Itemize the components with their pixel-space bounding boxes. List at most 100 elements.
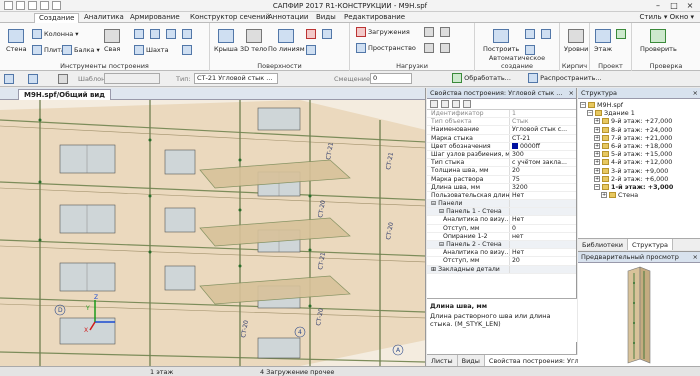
property-value[interactable]: 0000ff <box>509 142 576 150</box>
property-row[interactable]: Толщина шва, мм 20 <box>427 167 576 176</box>
load-d-button[interactable] <box>440 43 450 53</box>
property-value[interactable]: СТ-21 <box>509 134 576 142</box>
tree-node[interactable]: − М9Н.spf <box>580 101 698 109</box>
process-button[interactable]: Обработать... <box>452 73 511 84</box>
template-select[interactable] <box>104 73 160 84</box>
tab-editing[interactable]: Редактирование <box>340 13 409 23</box>
roof-button[interactable]: Крыша <box>214 29 238 53</box>
expand-icon[interactable]: + <box>594 134 600 141</box>
property-value[interactable] <box>509 200 576 208</box>
load-c-button[interactable] <box>424 43 434 53</box>
tree-node[interactable]: + Стена <box>580 191 698 199</box>
tool-a-button[interactable] <box>134 29 144 39</box>
loads-button[interactable]: Загружения <box>356 27 410 37</box>
property-value[interactable]: 1 <box>509 110 576 118</box>
tab-libraries[interactable]: Библиотеки <box>578 239 628 250</box>
template-icon[interactable] <box>58 74 68 84</box>
slab-button[interactable]: Плита <box>32 45 65 55</box>
property-value[interactable] <box>509 208 576 216</box>
status-floor[interactable]: 1 этаж <box>150 368 173 376</box>
property-row[interactable]: Наименование Угловой стык с... <box>427 126 576 135</box>
property-row[interactable]: Отступ, мм 20 <box>427 257 576 266</box>
tool-c-button[interactable] <box>166 29 176 39</box>
property-value[interactable]: 300 <box>509 150 576 159</box>
property-row[interactable]: Пользовательская длин... Нет <box>427 191 576 201</box>
property-row[interactable]: Цвет обозначения 0000ff <box>427 142 576 151</box>
tree-node[interactable]: +9-й этаж: +27,000 <box>580 117 698 125</box>
status-load[interactable]: 4 Загружение прочее <box>260 368 334 376</box>
property-row[interactable]: Аналитика по визу... Нет <box>427 249 576 258</box>
building-model[interactable]: СТ-21 СТ-20 СТ-21 СТ-20 СТ-21 СТ-20 СТ-2… <box>0 100 426 366</box>
property-value[interactable]: 0 <box>509 224 576 232</box>
expand-icon[interactable]: + <box>594 143 600 150</box>
property-row[interactable]: ⊟ Панель 2 - Стена <box>427 241 576 250</box>
sort-icon[interactable] <box>430 100 438 108</box>
tree-node[interactable]: +8-й этаж: +24,000 <box>580 126 698 134</box>
project-a-button[interactable] <box>616 29 626 39</box>
tool-b-button[interactable] <box>150 29 160 39</box>
surface-a-button[interactable] <box>306 29 316 39</box>
auto-b-button[interactable] <box>541 29 551 39</box>
property-value[interactable]: нет <box>509 232 576 240</box>
tab-general-view[interactable]: М9Н.spf/Общий вид <box>18 89 111 100</box>
collapse-icon[interactable]: − <box>580 102 586 109</box>
property-value[interactable]: Стык <box>509 118 576 126</box>
close-icon[interactable]: × <box>693 252 698 262</box>
tool-e-button[interactable] <box>182 45 192 55</box>
collapse-icon[interactable]: − <box>594 183 600 190</box>
tree-node[interactable]: − 1-й этаж: +3,000 <box>580 183 698 191</box>
property-row[interactable]: Идентификатор 1 <box>427 110 576 119</box>
tree-node[interactable]: − Здание 1 <box>580 109 698 117</box>
expand-icon[interactable]: + <box>594 126 600 133</box>
tab-structure[interactable]: Структура <box>627 239 673 250</box>
by-lines-button[interactable]: По линиям <box>268 29 305 53</box>
property-row[interactable]: Шаг узлов разбиения, мм 300 <box>427 150 576 160</box>
close-icon[interactable]: × <box>569 88 574 98</box>
apply-icon[interactable] <box>463 100 471 108</box>
verify-button[interactable]: Проверить <box>640 29 677 53</box>
property-value[interactable]: 20 <box>509 167 576 175</box>
distribute-button[interactable]: Распространить... <box>528 73 602 84</box>
surface-b-button[interactable] <box>322 29 332 39</box>
expand-icon[interactable]: + <box>601 192 607 199</box>
shaft-button[interactable]: Шахта <box>134 45 169 55</box>
pile-button[interactable]: Свая <box>104 29 120 53</box>
property-value[interactable]: Угловой стык с... <box>509 126 576 134</box>
property-value[interactable]: Нет <box>509 249 576 257</box>
expand-icon[interactable]: + <box>594 118 600 125</box>
auto-a-button[interactable] <box>525 29 535 39</box>
tree-node[interactable]: +5-й этаж: +15,000 <box>580 150 698 158</box>
property-row[interactable]: ⊞ Закладные детали <box>427 265 576 274</box>
property-row[interactable]: ⊟ Панель 1 - Стена <box>427 208 576 217</box>
property-row[interactable]: Тип объекта Стык <box>427 118 576 127</box>
tree-node[interactable]: +7-й этаж: +21,000 <box>580 134 698 142</box>
tree-node[interactable]: +6-й этаж: +18,000 <box>580 142 698 150</box>
filter-icon[interactable] <box>452 100 460 108</box>
property-value[interactable]: 75 <box>509 175 576 183</box>
property-value[interactable]: с учётом закла... <box>509 159 576 167</box>
tree-node[interactable]: +3-й этаж: +9,000 <box>580 167 698 175</box>
category-icon[interactable] <box>441 100 449 108</box>
floor-button[interactable]: Этаж <box>594 29 612 53</box>
surface-c-button[interactable] <box>306 45 316 55</box>
minimize-icon[interactable]: – <box>650 0 666 11</box>
close-icon[interactable]: × <box>693 88 698 98</box>
property-value[interactable]: 20 <box>509 257 576 265</box>
property-row[interactable]: Марка раствора 75 <box>427 175 576 184</box>
offset-input[interactable]: 0 <box>370 73 412 84</box>
load-b-button[interactable] <box>440 27 450 37</box>
tool-d-button[interactable] <box>182 29 192 39</box>
property-value[interactable]: Нет <box>509 191 576 200</box>
close-icon[interactable]: × <box>682 0 698 11</box>
expand-icon[interactable]: + <box>594 151 600 158</box>
property-value[interactable]: 3200 <box>509 183 576 191</box>
tab-analytics[interactable]: Аналитика <box>80 13 128 23</box>
property-row[interactable]: Длина шва, мм 3200 <box>427 183 576 192</box>
wall-button[interactable]: Стена <box>6 29 27 53</box>
maximize-icon[interactable]: □ <box>666 0 682 11</box>
select-icon[interactable] <box>4 74 14 84</box>
type-select[interactable]: СТ-21 Угловой стык ... <box>194 73 278 84</box>
property-value[interactable]: Нет <box>509 216 576 224</box>
expand-icon[interactable]: + <box>594 167 600 174</box>
property-row[interactable]: Тип стыка с учётом закла... <box>427 159 576 168</box>
